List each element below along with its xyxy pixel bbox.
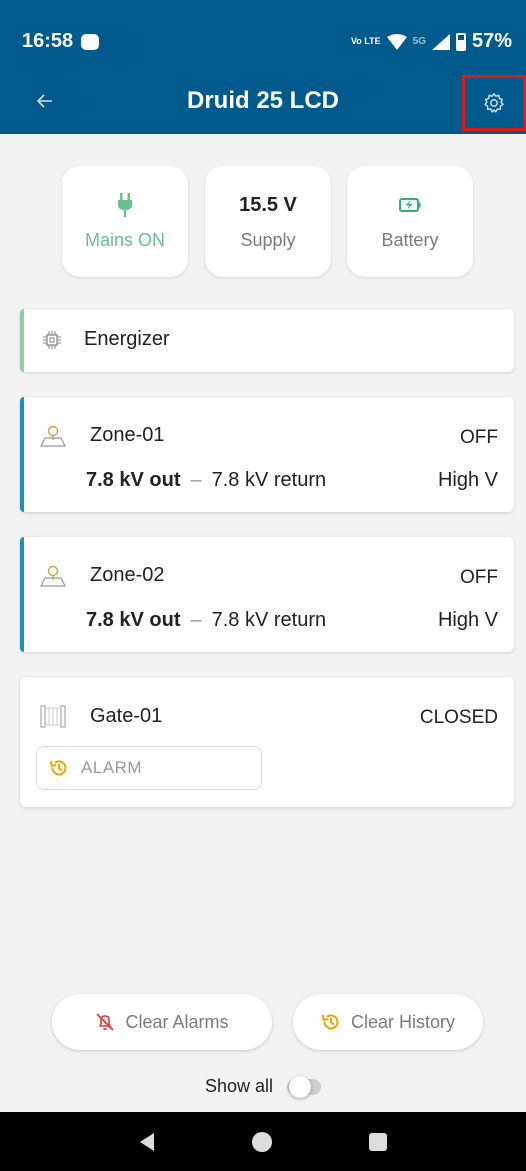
zone-output-voltage: 7.8 kV out xyxy=(86,609,181,631)
chip-icon xyxy=(43,330,61,349)
gate-alarm-label: ALARM xyxy=(81,758,143,777)
energizer-card[interactable]: Energizer xyxy=(20,309,514,372)
show-all-row: Show all xyxy=(0,1075,526,1098)
zone-name: Zone-02 xyxy=(90,564,165,586)
page-title: Druid 25 LCD xyxy=(186,87,339,114)
card-accent xyxy=(20,397,24,512)
nav-home-icon[interactable] xyxy=(251,1131,273,1153)
zone-readings: 7.8 kV out – 7.8 kV return xyxy=(86,609,326,632)
show-all-toggle[interactable] xyxy=(287,1075,322,1098)
gate-alarm-field[interactable]: ALARM xyxy=(36,746,262,790)
gate-state: CLOSED xyxy=(419,707,498,728)
zone-readings: 7.8 kV out – 7.8 kV return xyxy=(86,469,326,492)
battery-icon xyxy=(455,32,466,51)
plug-icon xyxy=(118,193,132,217)
zone-mode: High V xyxy=(437,469,498,491)
zone-card-02[interactable]: Zone-02 OFF 7.8 kV out – 7.8 kV return H… xyxy=(20,537,514,652)
nav-recents-icon[interactable] xyxy=(368,1132,388,1152)
supply-value: 15.5 V xyxy=(239,193,297,216)
arrow-left-icon xyxy=(37,94,52,108)
system-nav-bar xyxy=(0,1112,526,1171)
gate-header: Gate-01 xyxy=(40,704,162,728)
card-accent xyxy=(20,309,24,372)
zone-state: OFF xyxy=(460,567,498,588)
card-accent xyxy=(20,537,24,652)
zone-separator: – xyxy=(190,609,202,631)
zone-name: Zone-01 xyxy=(90,424,165,446)
settings-button[interactable] xyxy=(462,75,526,131)
energizer-row: Energizer xyxy=(42,328,170,351)
status-bar: 16:58 Vo LTE 5G 57% xyxy=(0,0,526,68)
zone-return-voltage: 7.8 kV return xyxy=(211,469,327,491)
battery-charging-icon xyxy=(399,198,421,212)
tile-icon-wrap xyxy=(117,192,133,218)
map-pin-icon xyxy=(40,425,66,447)
bell-off-icon xyxy=(96,1013,115,1031)
battery-tile[interactable]: Battery xyxy=(347,166,473,277)
zone-output-voltage: 7.8 kV out xyxy=(86,469,181,491)
status-time: 16:58 xyxy=(22,30,74,52)
map-pin-icon xyxy=(40,565,66,587)
status-right: Vo LTE 5G 57% xyxy=(351,30,512,53)
notification-icon xyxy=(81,33,100,50)
show-all-label: Show all xyxy=(204,1076,274,1096)
zone-mode: High V xyxy=(437,609,498,631)
history-icon xyxy=(50,760,67,776)
zone-state: OFF xyxy=(460,427,498,448)
zone-return-voltage: 7.8 kV return xyxy=(211,609,327,631)
mains-label: Mains ON xyxy=(84,230,165,250)
clear-alarms-label: Clear Alarms xyxy=(125,1011,229,1032)
clear-alarms-button[interactable]: Clear Alarms xyxy=(52,994,272,1050)
supply-label: Supply xyxy=(240,230,296,250)
network-5g-label: 5G xyxy=(412,36,426,47)
status-left: 16:58 xyxy=(22,30,100,53)
battery-label: Battery xyxy=(381,230,439,250)
mains-tile[interactable]: Mains ON xyxy=(62,166,188,277)
gate-card[interactable]: Gate-01 CLOSED ALARM xyxy=(20,677,514,807)
gate-icon xyxy=(40,705,66,728)
volte-icon: Vo LTE xyxy=(350,36,381,46)
app-bar: Druid 25 LCD xyxy=(0,68,526,134)
supply-tile[interactable]: 15.5 V Supply xyxy=(205,166,331,277)
nav-back-icon[interactable] xyxy=(138,1132,156,1152)
back-button[interactable] xyxy=(30,86,60,116)
energizer-label: Energizer xyxy=(84,328,170,350)
wifi-icon xyxy=(386,33,407,50)
zone-header: Zone-01 xyxy=(40,424,165,447)
zone-card-01[interactable]: Zone-01 OFF 7.8 kV out – 7.8 kV return H… xyxy=(20,397,514,512)
gate-name: Gate-01 xyxy=(90,704,163,727)
battery-percent: 57% xyxy=(471,30,512,52)
zone-separator: – xyxy=(190,469,202,491)
zone-header: Zone-02 xyxy=(40,564,165,587)
clear-history-button[interactable]: Clear History xyxy=(293,994,483,1050)
signal-icon xyxy=(431,33,450,50)
clear-history-label: Clear History xyxy=(350,1011,456,1032)
history-icon xyxy=(321,1014,339,1030)
gear-icon xyxy=(484,93,504,113)
tile-icon-wrap xyxy=(399,192,421,218)
